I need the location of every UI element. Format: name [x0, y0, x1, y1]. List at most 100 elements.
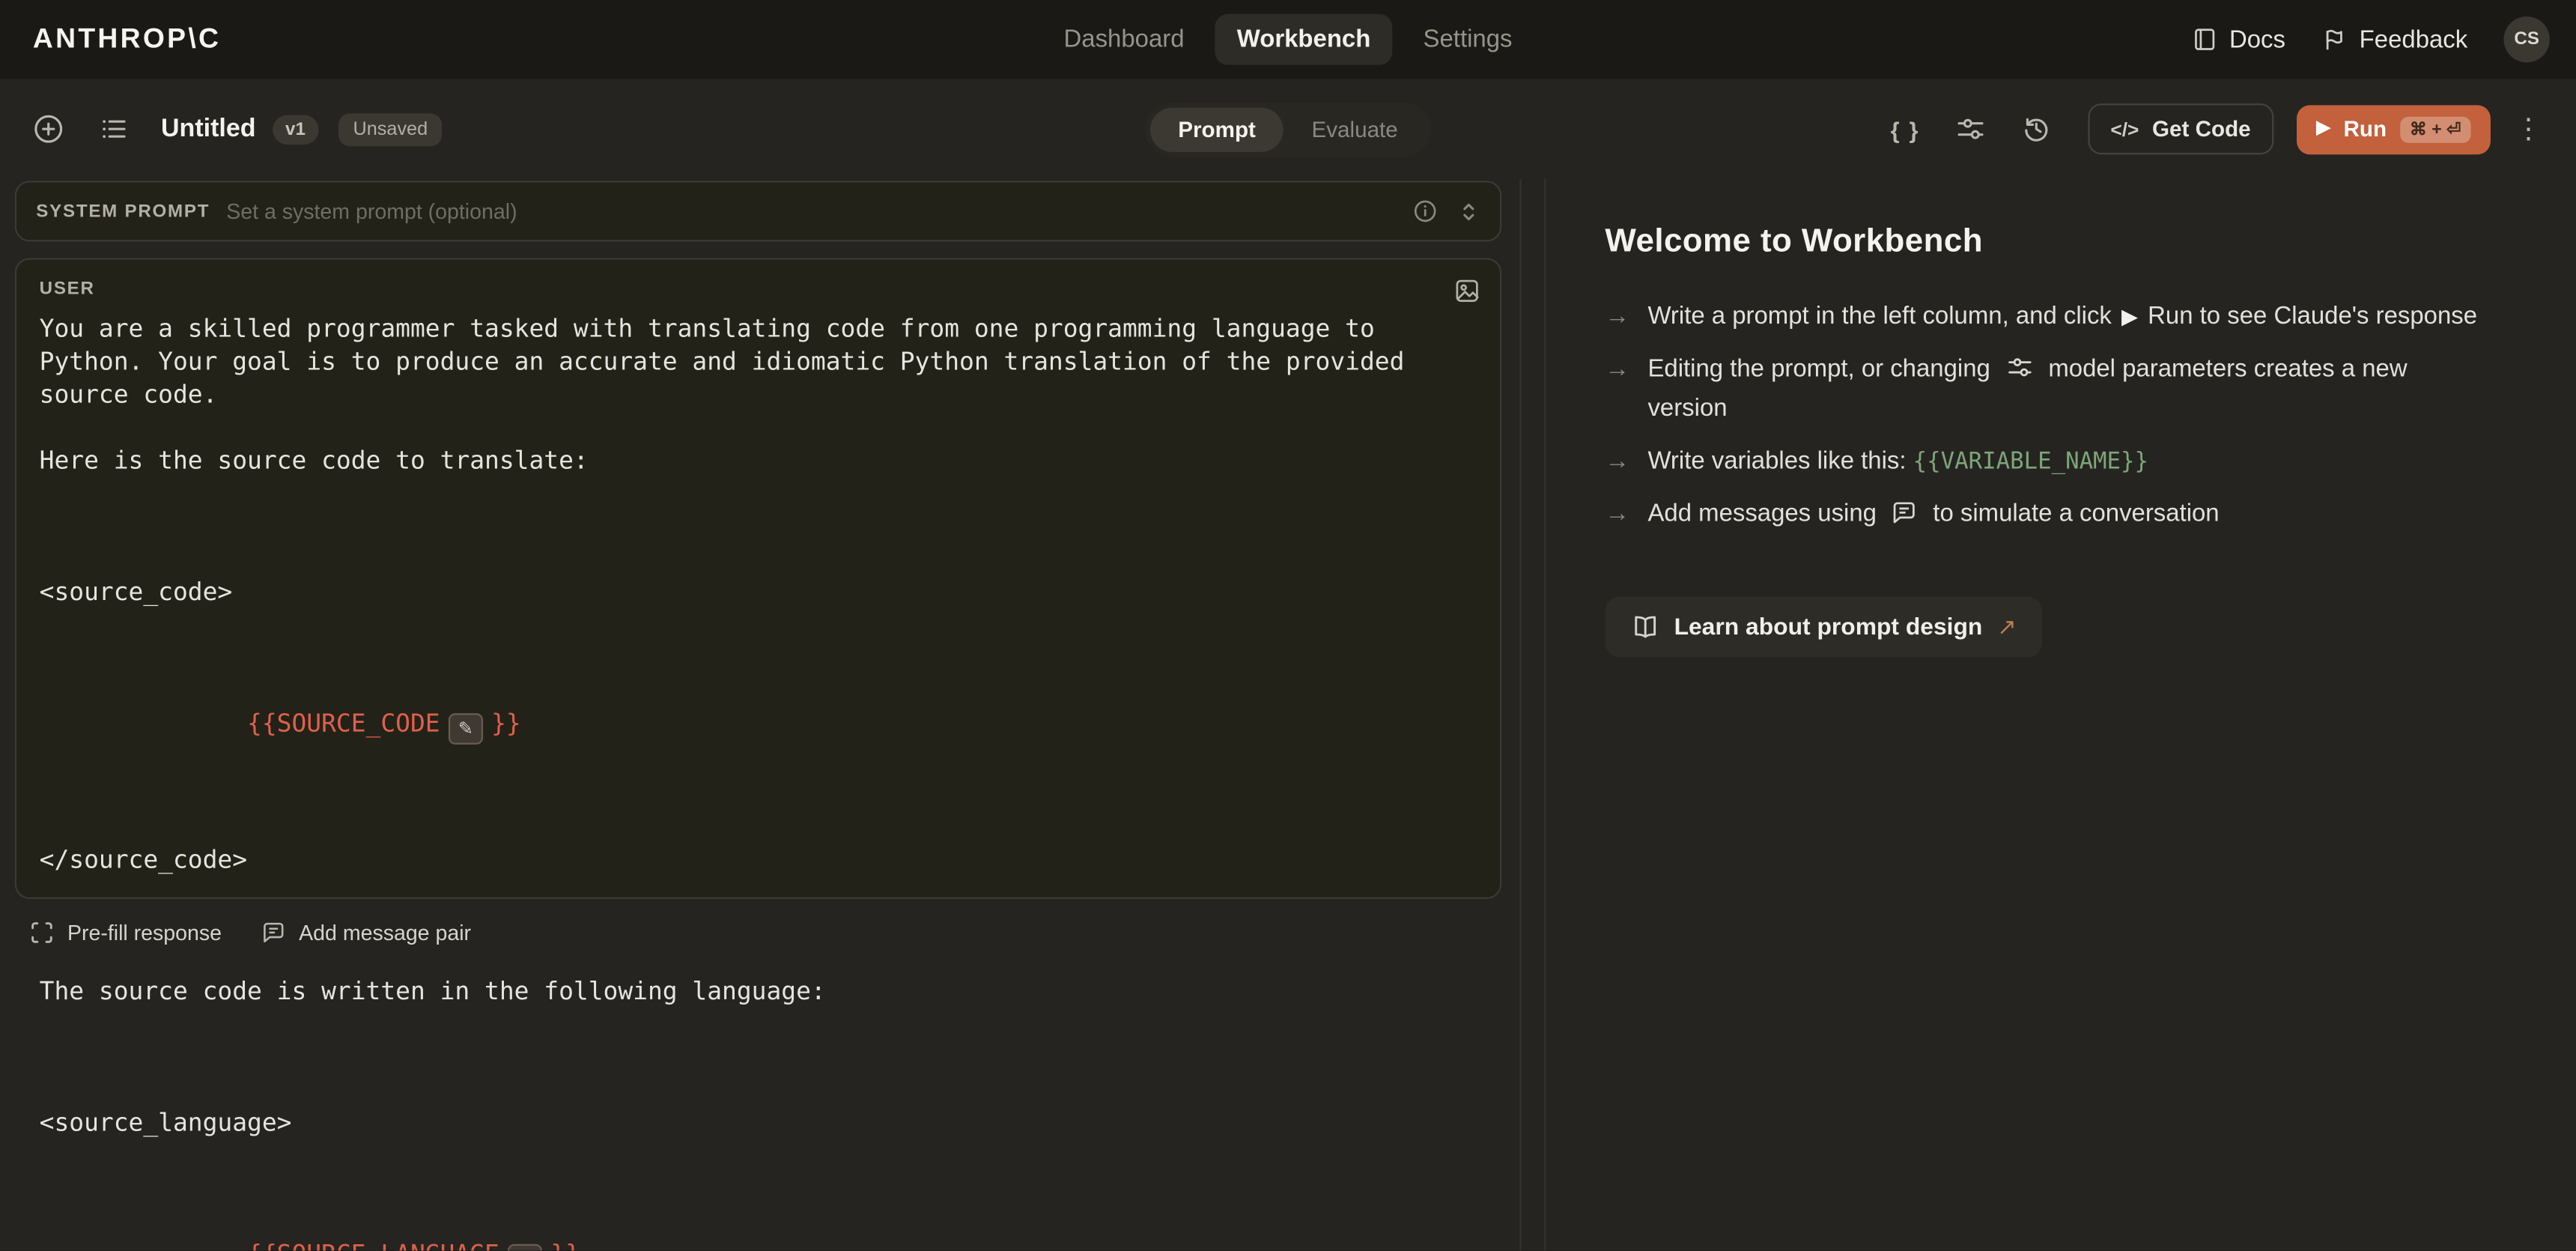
sliders-icon — [1955, 113, 1987, 145]
tab-evaluate[interactable]: Evaluate — [1284, 107, 1426, 151]
system-prompt-placeholder: Set a system prompt (optional) — [226, 199, 1413, 223]
welcome-item-text: Write a prompt in the left column, and c… — [1647, 297, 2477, 337]
source-code-variable: {{SOURCE_CODE — [247, 709, 440, 738]
message-pair-icon — [1892, 500, 1918, 526]
toolbar-right: { } </> Get Code ▶ Run ⌘ + ⏎ — [1877, 101, 2557, 157]
variables-button[interactable]: { } — [1877, 101, 1933, 157]
unsaved-badge: Unsaved — [338, 112, 443, 145]
workbench-toolbar: Untitled v1 Unsaved Prompt Evaluate { } — [0, 79, 2576, 179]
toolbar-left: Untitled v1 Unsaved — [19, 101, 443, 157]
column-gutter — [1522, 179, 1546, 1250]
add-image-icon[interactable] — [1454, 278, 1480, 304]
source-code-block: <source_code> {{SOURCE_CODE ✎}} </source_… — [40, 509, 1433, 942]
run-button[interactable]: ▶ Run ⌘ + ⏎ — [2297, 104, 2491, 154]
variable-example: {{VARIABLE_NAME}} — [1913, 449, 2148, 475]
nav-settings[interactable]: Settings — [1402, 14, 1534, 65]
prompt-intro-paragraph: You are a skilled programmer tasked with… — [40, 312, 1433, 411]
arrow-icon: → — [1605, 442, 1647, 482]
prompt-list-button[interactable] — [85, 101, 142, 157]
user-message-box[interactable]: USER You are a skilled programmer tasked… — [15, 258, 1501, 899]
play-icon: ▶ — [2316, 120, 2330, 138]
list-icon — [98, 113, 130, 145]
workbench-app: ANTHROP\C Dashboard Workbench Settings D… — [0, 0, 2576, 1251]
user-avatar[interactable]: CS — [2503, 16, 2549, 62]
source-language-variable-line: {{SOURCE_LANGUAGE✎}} — [40, 1205, 1433, 1251]
welcome-item4-pre: Add messages using — [1647, 500, 1876, 527]
run-shortcut-chip: ⌘ + ⏎ — [2400, 116, 2471, 142]
prompt-here-line: Here is the source code to translate: — [40, 443, 1433, 476]
source-language-block: <source_language> {{SOURCE_LANGUAGE✎}} <… — [40, 1041, 1433, 1251]
code-icon: </> — [2110, 118, 2139, 141]
welcome-item-text: Write variables like this: {{VARIABLE_NA… — [1647, 442, 2477, 482]
prompt-title[interactable]: Untitled — [161, 114, 256, 143]
welcome-item-variables: → Write variables like this: {{VARIABLE_… — [1605, 442, 2576, 482]
main-nav: Dashboard Workbench Settings — [1042, 14, 1534, 65]
tab-prompt[interactable]: Prompt — [1150, 107, 1284, 151]
arrow-icon: → — [1605, 350, 1647, 428]
plus-circle-icon — [32, 113, 64, 145]
welcome-item-text: Editing the prompt, or changing model pa… — [1647, 350, 2477, 428]
expand-collapse-icon[interactable] — [1457, 200, 1480, 223]
info-icon[interactable] — [1413, 199, 1438, 223]
model-settings-button[interactable] — [1943, 101, 1999, 157]
prompt-evaluate-toggle: Prompt Evaluate — [1145, 102, 1430, 156]
topbar-right: Docs Feedback CS — [2191, 16, 2549, 62]
prompt-column: SYSTEM PROMPT Set a system prompt (optio… — [0, 179, 1522, 1250]
welcome-item4-post: to simulate a conversation — [1933, 500, 2219, 527]
learn-prompt-design-button[interactable]: Learn about prompt design ↗ — [1605, 596, 2043, 657]
docs-label: Docs — [2229, 25, 2285, 53]
run-label: Run — [2344, 117, 2387, 142]
source-code-variable-line: {{SOURCE_CODE ✎}} — [40, 673, 1433, 777]
system-prompt-field[interactable]: SYSTEM PROMPT Set a system prompt (optio… — [15, 181, 1501, 241]
welcome-item-messages: → Add messages using to simulate a conve… — [1605, 494, 2576, 534]
welcome-item-run: → Write a prompt in the left column, and… — [1605, 297, 2576, 337]
user-message-text: You are a skilled programmer tasked with… — [40, 312, 1433, 1251]
feedback-label: Feedback — [2360, 25, 2468, 53]
play-icon: ▶ — [2121, 304, 2138, 329]
arrow-icon: → — [1605, 494, 1647, 534]
edit-source-code-variable-button[interactable]: ✎ — [449, 713, 484, 745]
arrow-up-right-icon: ↗ — [1997, 613, 2017, 640]
braces-icon: { } — [1891, 116, 1920, 142]
history-button[interactable] — [2008, 101, 2065, 157]
get-code-button[interactable]: </> Get Code — [2088, 103, 2274, 154]
nav-dashboard[interactable]: Dashboard — [1042, 14, 1206, 65]
new-prompt-button[interactable] — [19, 101, 76, 157]
feedback-icon — [2321, 26, 2348, 52]
kebab-icon: ⋮ — [2515, 112, 2542, 145]
welcome-item3-pre: Write variables like this: — [1647, 447, 1906, 475]
system-prompt-icons — [1413, 199, 1480, 223]
edit-source-language-variable-button[interactable]: ✎ — [508, 1244, 543, 1251]
source-code-close-tag: </source_code> — [40, 843, 1433, 876]
system-prompt-label: SYSTEM PROMPT — [36, 202, 210, 221]
source-language-open-tag: <source_language> — [40, 1106, 1433, 1139]
version-badge[interactable]: v1 — [272, 114, 318, 143]
welcome-title: Welcome to Workbench — [1605, 223, 2576, 261]
sliders-icon — [2005, 354, 2033, 381]
learn-label: Learn about prompt design — [1674, 614, 1983, 640]
welcome-item-versions: → Editing the prompt, or changing model … — [1605, 350, 2576, 428]
user-role-label: USER — [40, 279, 1477, 299]
welcome-item-text: Add messages using to simulate a convers… — [1647, 494, 2477, 534]
main-area: SYSTEM PROMPT Set a system prompt (optio… — [0, 179, 2576, 1250]
welcome-panel: Welcome to Workbench → Write a prompt in… — [1546, 179, 2576, 1250]
get-code-label: Get Code — [2152, 117, 2251, 142]
book-icon — [1632, 613, 1659, 640]
feedback-link[interactable]: Feedback — [2321, 25, 2467, 53]
variable-close-braces: }} — [491, 709, 521, 738]
source-code-open-tag: <source_code> — [40, 575, 1433, 608]
docs-icon — [2191, 26, 2217, 52]
pencil-icon: ✎ — [458, 720, 473, 738]
welcome-item2-pre: Editing the prompt, or changing — [1647, 355, 1990, 383]
nav-workbench[interactable]: Workbench — [1215, 14, 1392, 65]
anthropic-logo: ANTHROP\C — [33, 23, 221, 56]
prompt-language-line: The source code is written in the follow… — [40, 975, 1433, 1008]
source-language-variable: {{SOURCE_LANGUAGE — [247, 1239, 499, 1251]
history-icon — [2021, 113, 2053, 145]
welcome-item1-post: Run to see Claude's response — [2148, 303, 2477, 330]
welcome-list: → Write a prompt in the left column, and… — [1605, 297, 2576, 534]
top-bar: ANTHROP\C Dashboard Workbench Settings D… — [0, 0, 2576, 79]
welcome-item1-pre: Write a prompt in the left column, and c… — [1647, 303, 2111, 330]
more-options-button[interactable]: ⋮ — [2500, 101, 2557, 157]
docs-link[interactable]: Docs — [2191, 25, 2285, 53]
